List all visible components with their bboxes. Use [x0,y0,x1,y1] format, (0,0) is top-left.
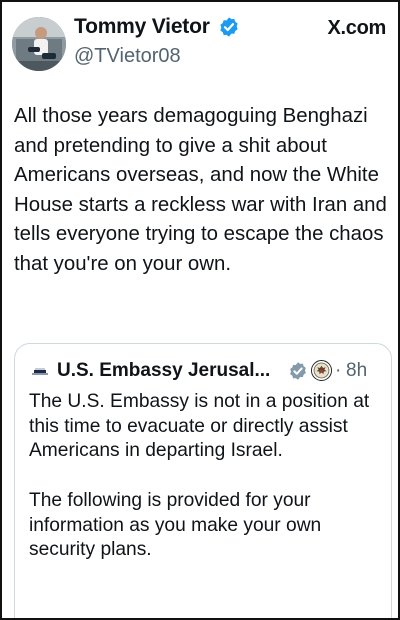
quoted-tweet-text: The U.S. Embassy is not in a position at… [29,390,379,563]
time-separator: · [335,360,342,381]
quoted-tweet-header: U.S. Embassy Jerusal... · 8h [15,344,391,388]
author-name[interactable]: Tommy Vietor [74,15,210,39]
author-avatar[interactable] [12,17,66,71]
tweet-text: All those years demagoguing Benghazi and… [14,105,387,275]
tweet-header: Tommy Vietor @TVietor08 X.com [2,2,398,92]
avatar-photo [12,17,66,71]
us-seal-icon [311,360,332,381]
gray-verified-badge-icon [290,362,306,380]
author-handle[interactable]: @TVietor08 [74,45,181,68]
quoted-tweet[interactable]: U.S. Embassy Jerusal... · 8h The U.S. Em… [14,343,392,618]
verified-badge-icon [220,17,238,37]
tweet-card: Tommy Vietor @TVietor08 X.com All those … [0,0,400,620]
quoted-timestamp[interactable]: 8h [346,360,367,382]
quoted-paragraph: The U.S. Embassy is not in a position at… [29,391,370,462]
site-label: X.com [327,17,386,39]
quoted-author-name[interactable]: U.S. Embassy Jerusal... [57,360,270,382]
quoted-author-avatar[interactable] [29,361,51,383]
quoted-paragraph: The following is provided for your infor… [29,489,322,561]
embassy-avatar-image [29,361,51,383]
